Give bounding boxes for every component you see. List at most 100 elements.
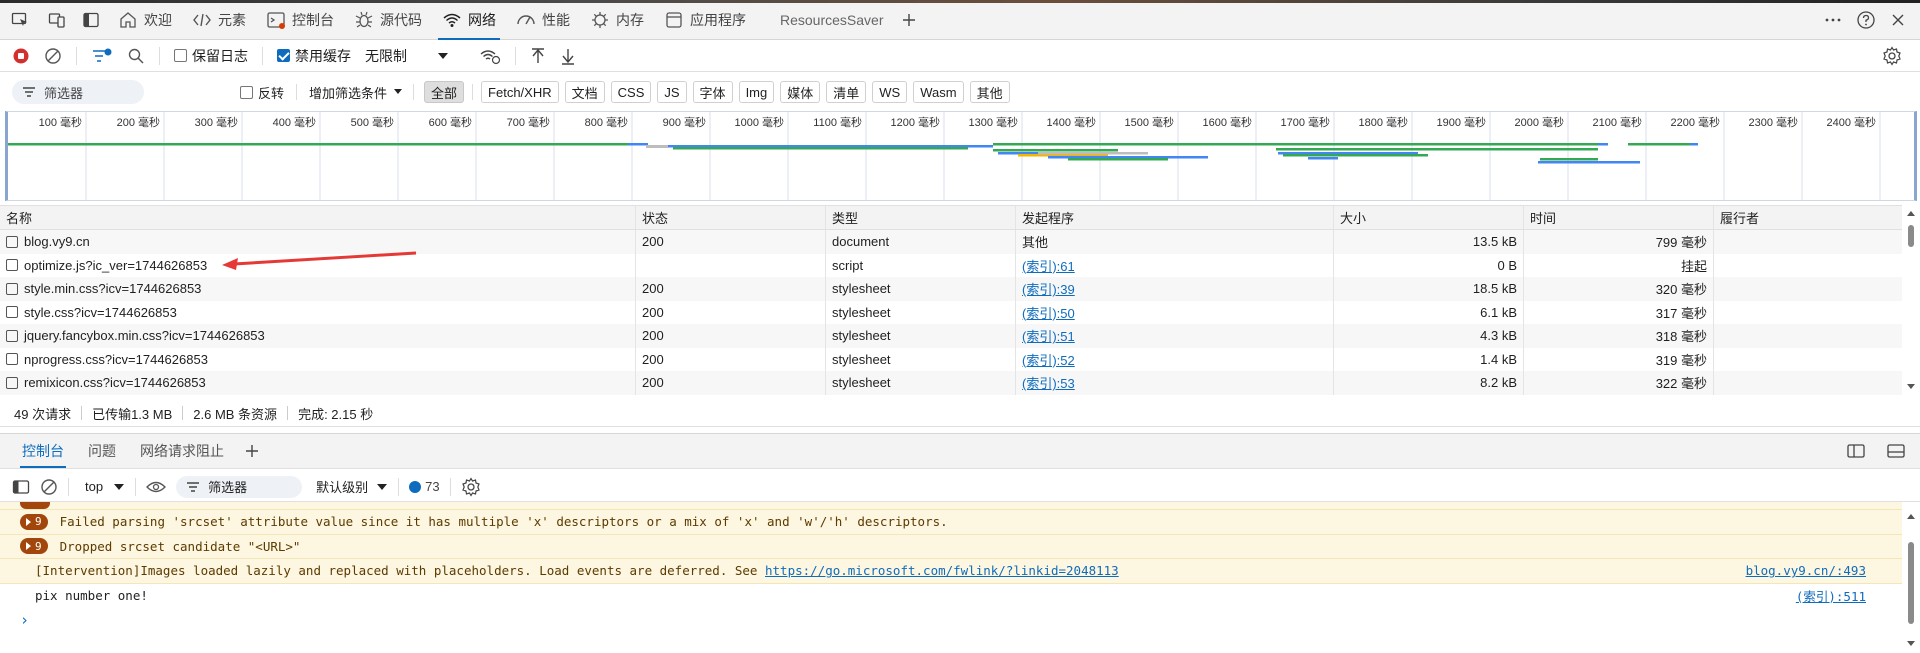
- initiator-link[interactable]: (索引):61: [1022, 256, 1075, 275]
- initiator-link[interactable]: (索引):53: [1022, 373, 1075, 392]
- dock-drawer-icon[interactable]: [1846, 442, 1866, 460]
- table-row[interactable]: nprogress.css?icv=1744626853 200 styleshee…: [0, 347, 1902, 371]
- import-har-icon[interactable]: [530, 47, 546, 65]
- type-filter-wasm[interactable]: Wasm: [913, 81, 964, 103]
- clear-icon[interactable]: [44, 47, 62, 65]
- message-count-badge[interactable]: 73: [409, 479, 440, 494]
- type-filter-img[interactable]: Img: [738, 81, 775, 103]
- settings-gear-icon[interactable]: [1882, 45, 1902, 66]
- inspect-icon[interactable]: [0, 0, 40, 40]
- cell-initiator[interactable]: (索引):50: [1016, 300, 1334, 324]
- live-expression-eye-icon[interactable]: [146, 480, 166, 494]
- tab-memory[interactable]: 内存: [580, 0, 654, 40]
- column-header-status[interactable]: 状态: [636, 206, 826, 229]
- console-filter-input[interactable]: 筛选器: [176, 475, 303, 498]
- initiator-link[interactable]: (索引):39: [1022, 279, 1075, 298]
- console-warning[interactable]: 9 Dropped srcset candidate "<URL>": [0, 534, 1902, 559]
- invert-checkbox[interactable]: 反转: [240, 83, 284, 102]
- type-filter-css[interactable]: CSS: [610, 81, 652, 103]
- cell-name[interactable]: style.min.css?icv=1744626853: [0, 277, 636, 301]
- table-row[interactable]: remixicon.css?icv=1744626853 200 styleshee…: [0, 371, 1902, 395]
- clear-console-icon[interactable]: [40, 478, 58, 496]
- type-filter-other[interactable]: 其他: [969, 81, 1010, 103]
- table-row[interactable]: style.min.css?icv=1744626853 200 styleshee…: [0, 277, 1902, 301]
- initiator-link[interactable]: (索引):52: [1022, 350, 1075, 369]
- cell-initiator[interactable]: (索引):53: [1016, 371, 1334, 395]
- more-icon[interactable]: [1824, 11, 1842, 29]
- cell-name[interactable]: jquery.fancybox.min.css?icv=1744626853: [0, 324, 636, 348]
- message-source-link[interactable]: blog.vy9.cn/:493: [1746, 563, 1866, 578]
- type-filter-manifest[interactable]: 清单: [826, 81, 867, 103]
- tab-welcome[interactable]: 欢迎: [108, 0, 182, 40]
- type-filter-all[interactable]: 全部: [424, 81, 465, 103]
- console-scrollbar[interactable]: [1902, 502, 1920, 653]
- column-header-time[interactable]: 时间: [1524, 206, 1714, 229]
- disable-cache-checkbox[interactable]: 禁用缓存: [277, 46, 351, 66]
- type-filter-doc[interactable]: 文档: [564, 81, 605, 103]
- log-level-dropdown[interactable]: 默认级别: [316, 477, 388, 496]
- throttle-select[interactable]: 无限制: [365, 46, 449, 66]
- tab-application[interactable]: 应用程序: [654, 0, 756, 40]
- cell-initiator[interactable]: (索引):52: [1016, 347, 1334, 371]
- cell-initiator[interactable]: (索引):51: [1016, 324, 1334, 348]
- transferred-size: 已传输1.3 MB: [92, 406, 173, 422]
- filter-input[interactable]: 筛选器: [12, 80, 144, 104]
- cell-initiator[interactable]: (索引):61: [1016, 253, 1334, 277]
- record-icon[interactable]: [12, 47, 30, 65]
- close-drawer-icon[interactable]: [1886, 442, 1906, 460]
- request-table-scrollbar[interactable]: [1902, 205, 1920, 396]
- help-icon[interactable]: [1856, 10, 1876, 30]
- repeat-count-badge[interactable]: 9: [20, 538, 48, 555]
- table-row[interactable]: jquery.fancybox.min.css?icv=1744626853 20…: [0, 324, 1902, 348]
- type-filter-fetch-xhr[interactable]: Fetch/XHR: [481, 81, 559, 103]
- cell-name[interactable]: remixicon.css?icv=1744626853: [0, 371, 636, 395]
- close-icon[interactable]: [1890, 12, 1906, 28]
- network-conditions-icon[interactable]: [479, 47, 501, 65]
- type-filter-media[interactable]: 媒体: [780, 81, 821, 103]
- cell-initiator[interactable]: (索引):39: [1016, 277, 1334, 301]
- table-row[interactable]: style.css?icv=1744626853 200 stylesheet (索引…: [0, 300, 1902, 324]
- tab-sources[interactable]: 源代码: [344, 0, 432, 40]
- column-header-fulfilled-by[interactable]: 履行者: [1714, 206, 1902, 229]
- cell-name[interactable]: nprogress.css?icv=1744626853: [0, 347, 636, 371]
- drawer-tab-network-request-blocking[interactable]: 网络请求阻止: [130, 434, 234, 468]
- preserve-log-checkbox[interactable]: 保留日志: [174, 46, 248, 66]
- drawer-tab-console[interactable]: 控制台: [12, 434, 74, 468]
- tab-resources-saver[interactable]: ResourcesSaver: [756, 0, 894, 40]
- device-emulation-icon[interactable]: [40, 0, 74, 40]
- dock-side-icon[interactable]: [74, 0, 108, 40]
- drawer-tab-issues[interactable]: 问题: [78, 434, 126, 468]
- timeline-request-bar: [1690, 143, 1698, 146]
- initiator-link[interactable]: (索引):50: [1022, 303, 1075, 322]
- column-header-initiator[interactable]: 发起程序: [1016, 206, 1334, 229]
- tab-elements[interactable]: 元素: [182, 0, 256, 40]
- message-link[interactable]: https://go.microsoft.com/fwlink/?linkid=…: [765, 563, 1119, 578]
- initiator-link[interactable]: (索引):51: [1022, 326, 1075, 345]
- tab-console[interactable]: 控制台: [256, 0, 344, 40]
- message-source-link[interactable]: (索引):511: [1796, 586, 1866, 605]
- filter-toggle-icon[interactable]: [91, 47, 113, 65]
- type-filter-ws[interactable]: WS: [872, 81, 908, 103]
- more-filters-dropdown[interactable]: 增加筛选条件: [309, 83, 403, 102]
- context-selector[interactable]: top: [85, 479, 125, 494]
- tab-network[interactable]: 网络: [432, 0, 506, 40]
- column-header-size[interactable]: 大小: [1334, 206, 1524, 229]
- console-log[interactable]: pix number one! (索引):511: [0, 584, 1902, 608]
- tab-performance[interactable]: 性能: [506, 0, 580, 40]
- type-filter-js[interactable]: JS: [657, 81, 687, 103]
- console-sidebar-icon[interactable]: [12, 479, 30, 495]
- console-settings-gear-icon[interactable]: [461, 476, 481, 497]
- add-tab-icon[interactable]: [894, 0, 924, 40]
- console-warning[interactable]: [Intervention]Images loaded lazily and r…: [0, 559, 1902, 584]
- type-filter-font[interactable]: 字体: [692, 81, 733, 103]
- search-icon[interactable]: [127, 47, 145, 65]
- add-drawer-tab-icon[interactable]: [244, 443, 260, 459]
- timeline-overview[interactable]: 100 毫秒 200 毫秒 300 毫秒 400 毫秒 500 毫秒 600 毫秒 700 …: [5, 111, 1917, 201]
- cell-name[interactable]: style.css?icv=1744626853: [0, 300, 636, 324]
- console-prompt[interactable]: ›: [0, 608, 1902, 633]
- console-warning[interactable]: 9 Failed parsing 'srcset' attribute value…: [0, 510, 1902, 535]
- column-header-type[interactable]: 类型: [826, 206, 1016, 229]
- column-header-name[interactable]: 名称: [0, 206, 636, 229]
- export-har-icon[interactable]: [560, 47, 576, 65]
- repeat-count-badge[interactable]: 9: [20, 513, 48, 530]
